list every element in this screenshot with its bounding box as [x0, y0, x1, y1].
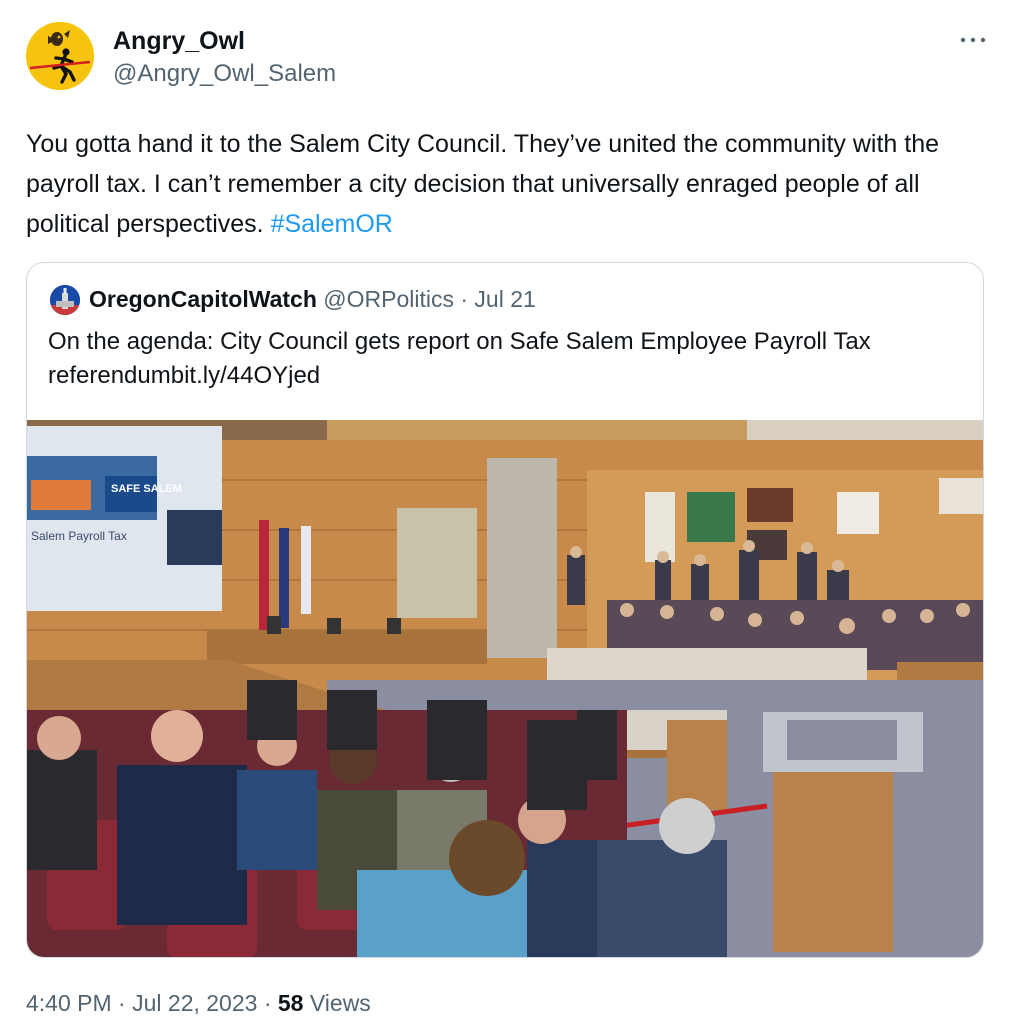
quoted-text-line-2: referendumbit.ly/44OYjed: [48, 362, 321, 389]
views-label[interactable]: Views: [303, 990, 371, 1016]
views-count[interactable]: 58: [278, 990, 304, 1016]
more-icon[interactable]: [956, 28, 990, 52]
capitol-icon: [50, 285, 80, 315]
quoted-display-name[interactable]: OregonCapitolWatch: [89, 286, 317, 312]
author-display-name[interactable]: Angry_Owl: [113, 27, 245, 56]
footer-sep-2: ·: [257, 990, 278, 1016]
tweet-footer: 4:40 PM · Jul 22, 2023 · 58 Views: [26, 990, 371, 1017]
slide-logo: SAFE SALEM: [111, 483, 182, 495]
tweet-text: You gotta hand it to the Salem City Coun…: [26, 124, 986, 244]
author-avatar[interactable]: [26, 22, 94, 90]
quoted-text: On the agenda: City Council gets report …: [48, 325, 968, 393]
tweet-date[interactable]: Jul 22, 2023: [132, 990, 257, 1016]
quoted-tweet[interactable]: OregonCapitolWatch @ORPolitics · Jul 21 …: [26, 262, 984, 958]
footer-sep-1: ·: [111, 990, 133, 1016]
tweet-body: You gotta hand it to the Salem City Coun…: [26, 130, 940, 238]
author-handle[interactable]: @Angry_Owl_Salem: [113, 60, 336, 88]
council-chamber-photo[interactable]: SAFE SALEM Salem Payroll Tax: [27, 420, 984, 958]
tweet-time[interactable]: 4:40 PM: [26, 990, 112, 1016]
quoted-separator: ·: [453, 286, 475, 312]
quoted-handle[interactable]: @ORPolitics: [323, 286, 454, 312]
quoted-header: OregonCapitolWatch @ORPolitics · Jul 21: [89, 286, 536, 313]
slide-title: Salem Payroll Tax: [31, 529, 127, 543]
quoted-date[interactable]: Jul 21: [474, 286, 535, 312]
owl-runner-icon: [26, 22, 94, 90]
hashtag-link[interactable]: #SalemOR: [271, 210, 393, 238]
quoted-author-avatar[interactable]: [50, 285, 80, 315]
quoted-text-line-1: On the agenda: City Council gets report …: [48, 328, 871, 355]
